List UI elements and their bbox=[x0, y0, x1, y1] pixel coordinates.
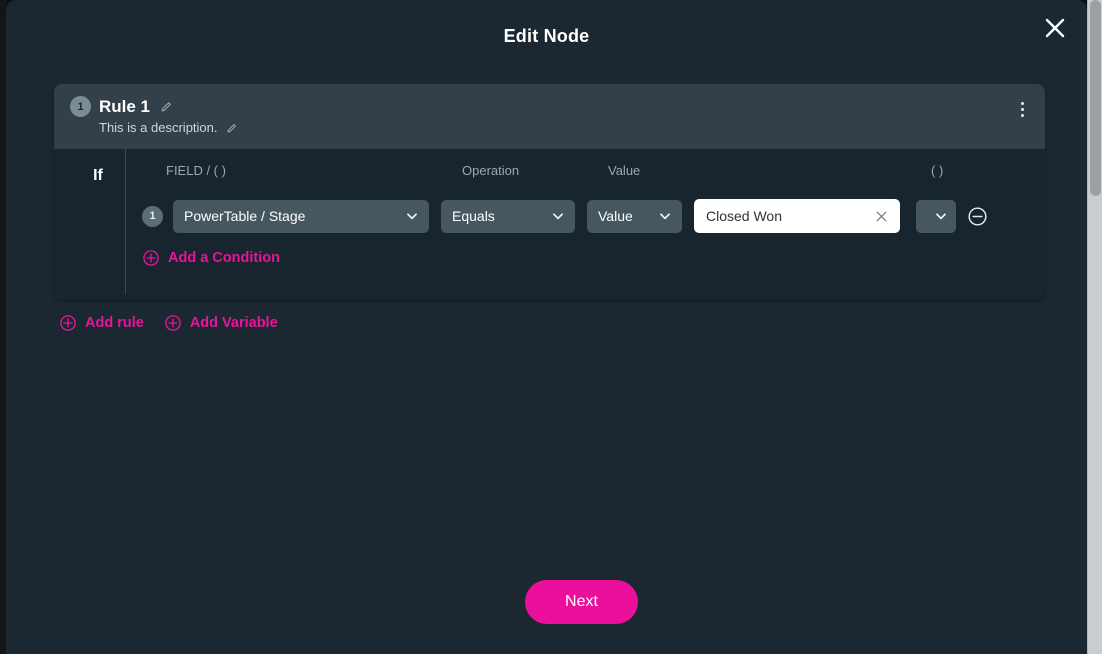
chevron-down-icon bbox=[549, 207, 567, 225]
add-condition-label: Add a Condition bbox=[168, 250, 280, 266]
add-actions-row: Add rule Add Variable bbox=[59, 314, 278, 332]
header-operation: Operation bbox=[462, 163, 520, 178]
add-condition-button[interactable]: Add a Condition bbox=[142, 249, 280, 267]
paren-select[interactable] bbox=[916, 199, 956, 233]
circle-plus-icon bbox=[142, 249, 160, 267]
rule-number-badge: 1 bbox=[70, 96, 91, 117]
chevron-down-icon bbox=[656, 207, 674, 225]
clear-value-icon[interactable] bbox=[872, 207, 890, 225]
rule-title: Rule 1 bbox=[99, 96, 151, 116]
condition-column-headers: FIELD / ( ) Operation Value ( ) bbox=[142, 163, 1045, 185]
kebab-dot bbox=[1020, 101, 1024, 105]
value-input-text: Closed Won bbox=[706, 208, 783, 224]
condition-row: 1 PowerTable / Stage Equals Value Closed… bbox=[142, 199, 1045, 233]
field-select-value: PowerTable / Stage bbox=[184, 208, 306, 224]
header-paren: ( ) bbox=[931, 163, 944, 178]
edit-node-modal: Edit Node 1 Rule 1 This is a description… bbox=[6, 0, 1087, 654]
value-type-select[interactable]: Value bbox=[587, 199, 682, 233]
value-input[interactable]: Closed Won bbox=[694, 199, 900, 233]
screen: Edit Node 1 Rule 1 This is a description… bbox=[0, 0, 1102, 654]
kebab-dot bbox=[1020, 113, 1024, 117]
kebab-menu-icon[interactable] bbox=[1009, 94, 1035, 124]
kebab-dot bbox=[1020, 107, 1024, 111]
circle-plus-icon bbox=[59, 314, 77, 332]
field-select[interactable]: PowerTable / Stage bbox=[173, 199, 429, 233]
add-variable-button[interactable]: Add Variable bbox=[164, 314, 278, 332]
chevron-down-icon bbox=[932, 207, 950, 225]
circle-plus-icon bbox=[164, 314, 182, 332]
column-divider bbox=[125, 149, 126, 294]
modal-header: Edit Node bbox=[6, 0, 1087, 78]
condition-number-badge: 1 bbox=[142, 205, 163, 227]
remove-condition-icon[interactable] bbox=[966, 205, 988, 227]
edit-rule-description-pencil-icon[interactable] bbox=[226, 122, 238, 134]
conditions-area: FIELD / ( ) Operation Value ( ) 1 PowerT… bbox=[142, 149, 1045, 233]
operation-select-value: Equals bbox=[452, 208, 495, 224]
page-scrollbar[interactable] bbox=[1087, 0, 1102, 654]
rule-header: 1 Rule 1 This is a description. bbox=[54, 84, 1045, 149]
add-rule-button[interactable]: Add rule bbox=[59, 314, 144, 332]
rule-title-row: 1 Rule 1 bbox=[70, 96, 1029, 117]
header-field: FIELD / ( ) bbox=[166, 163, 226, 178]
header-value: Value bbox=[608, 163, 641, 178]
add-condition-wrap: Add a Condition bbox=[142, 249, 1045, 272]
rule-body: If FIELD / ( ) Operation Value ( ) 1 Pow… bbox=[54, 149, 1045, 300]
page-title: Edit Node bbox=[503, 26, 590, 46]
next-button[interactable]: Next bbox=[525, 580, 638, 624]
chevron-down-icon bbox=[403, 207, 421, 225]
close-icon[interactable] bbox=[1039, 12, 1071, 44]
value-type-select-value: Value bbox=[598, 208, 633, 224]
page-scrollbar-thumb[interactable] bbox=[1090, 0, 1101, 196]
rule-card: 1 Rule 1 This is a description. If FIELD… bbox=[54, 84, 1045, 300]
edit-rule-title-pencil-icon[interactable] bbox=[160, 100, 173, 113]
operation-select[interactable]: Equals bbox=[441, 199, 575, 233]
rule-description: This is a description. bbox=[99, 120, 218, 135]
add-variable-label: Add Variable bbox=[189, 315, 278, 331]
rule-description-row: This is a description. bbox=[99, 120, 1029, 135]
add-rule-label: Add rule bbox=[85, 315, 144, 331]
if-label: If bbox=[93, 167, 103, 184]
